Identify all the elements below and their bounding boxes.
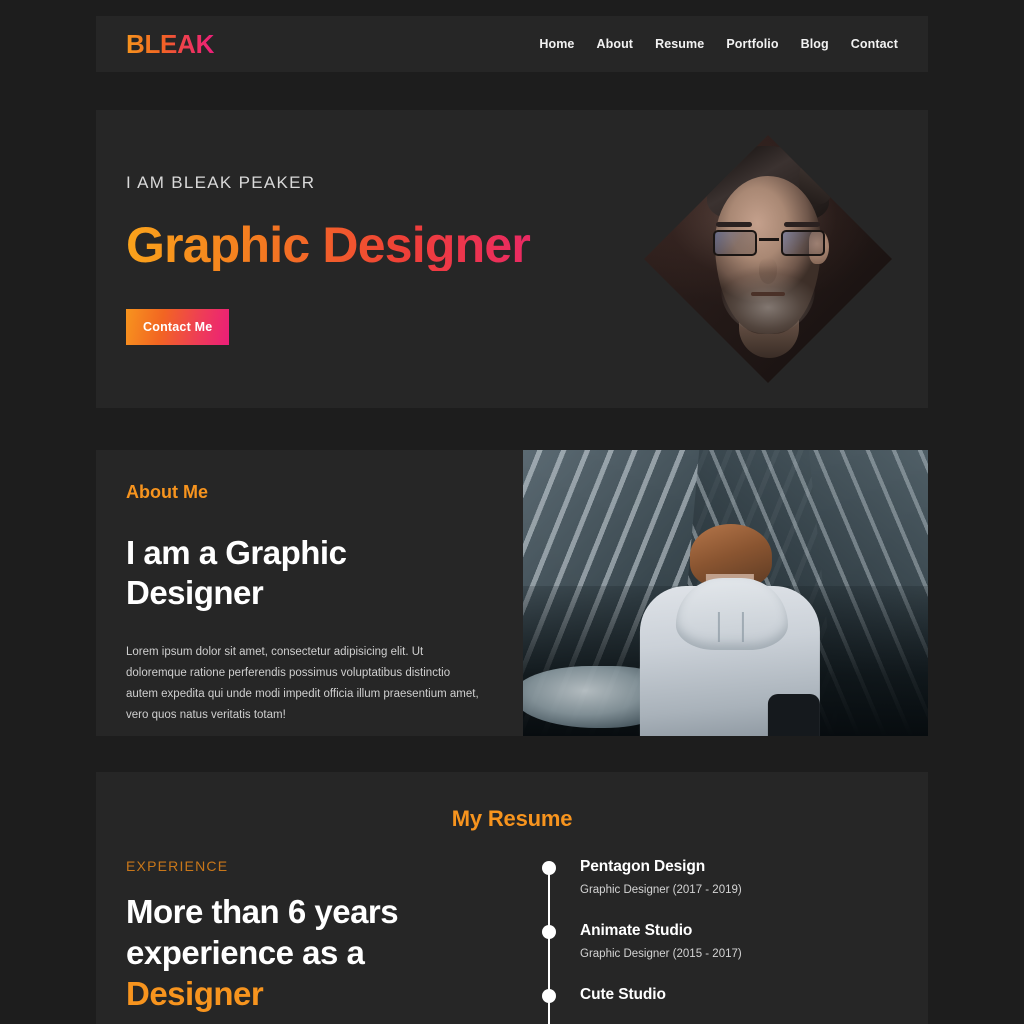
portrait-face-illustration bbox=[699, 146, 837, 358]
contact-me-button[interactable]: Contact Me bbox=[126, 309, 230, 346]
about-photo bbox=[523, 450, 928, 736]
beard-shape bbox=[721, 264, 815, 334]
hero-eyebrow: I AM BLEAK PEAKER bbox=[126, 172, 316, 192]
timeline-item-title: Animate Studio bbox=[580, 922, 693, 939]
hero-title: Graphic Designer bbox=[126, 219, 596, 272]
glasses-bridge bbox=[759, 238, 779, 241]
nav-item-about[interactable]: About bbox=[596, 37, 633, 51]
resume-left-column: EXPERIENCE More than 6 years experience … bbox=[126, 858, 526, 1024]
about-copy: About Me I am a Graphic Designer Lorem i… bbox=[96, 450, 523, 736]
main-nav: Home About Resume Portfolio Blog Contact bbox=[539, 37, 898, 51]
resume-heading: My Resume bbox=[451, 806, 573, 831]
nav-item-blog[interactable]: Blog bbox=[801, 37, 829, 51]
nav-item-home[interactable]: Home bbox=[539, 37, 574, 51]
mouth-shape bbox=[751, 292, 785, 296]
resume-section: My Resume EXPERIENCE More than 6 years e… bbox=[96, 772, 928, 1024]
timeline-item-meta: Graphic Designer (2017 - 2019) bbox=[580, 884, 742, 896]
timeline-dot-icon bbox=[542, 989, 556, 1003]
portfolio-page: BLEAK Home About Resume Portfolio Blog C… bbox=[0, 0, 1024, 1024]
hiker-illustration bbox=[631, 524, 827, 736]
eyebrow-left-shape bbox=[716, 222, 752, 227]
nav-item-resume[interactable]: Resume bbox=[655, 37, 704, 51]
timeline-item[interactable]: Cute Studio bbox=[542, 986, 898, 1004]
hero-copy: I AM BLEAK PEAKER Graphic Designer Conta… bbox=[126, 173, 596, 346]
glasses-icon bbox=[711, 230, 827, 256]
lens-right bbox=[781, 230, 825, 256]
brand-logo[interactable]: BLEAK bbox=[126, 29, 214, 60]
lens-left bbox=[713, 230, 757, 256]
timeline-dot-icon bbox=[542, 925, 556, 939]
eyebrow-right-shape bbox=[784, 222, 820, 227]
timeline-item-title: Pentagon Design bbox=[580, 858, 706, 875]
resume-title: More than 6 years experience as a Design… bbox=[126, 892, 506, 1015]
about-paragraph: Lorem ipsum dolor sit amet, consectetur … bbox=[126, 645, 479, 722]
hiker-hood-seam bbox=[717, 612, 744, 642]
about-section: About Me I am a Graphic Designer Lorem i… bbox=[96, 450, 928, 736]
site-header: BLEAK Home About Resume Portfolio Blog C… bbox=[96, 16, 928, 72]
nav-item-portfolio[interactable]: Portfolio bbox=[726, 37, 778, 51]
hiker-backpack bbox=[767, 694, 820, 736]
nav-item-contact[interactable]: Contact bbox=[851, 37, 898, 51]
about-title: I am a Graphic Designer bbox=[126, 534, 347, 612]
experience-timeline: Pentagon Design Graphic Designer (2017 -… bbox=[542, 858, 898, 1024]
diamond-frame bbox=[644, 135, 892, 383]
experience-label: EXPERIENCE bbox=[126, 858, 229, 874]
resume-right-column: Pentagon Design Graphic Designer (2017 -… bbox=[526, 858, 898, 1024]
timeline-item[interactable]: Animate Studio Graphic Designer (2015 - … bbox=[542, 922, 898, 960]
timeline-item-meta: Graphic Designer (2015 - 2017) bbox=[580, 948, 742, 960]
hero-section: I AM BLEAK PEAKER Graphic Designer Conta… bbox=[96, 110, 928, 408]
hero-portrait bbox=[644, 135, 892, 383]
timeline-item-title: Cute Studio bbox=[580, 986, 666, 1003]
timeline-item[interactable]: Pentagon Design Graphic Designer (2017 -… bbox=[542, 858, 898, 896]
resume-title-line2: experience as a bbox=[126, 933, 365, 971]
hero-inner: I AM BLEAK PEAKER Graphic Designer Conta… bbox=[96, 110, 928, 408]
about-eyebrow: About Me bbox=[126, 482, 208, 502]
resume-title-accent: Designer bbox=[126, 974, 264, 1012]
timeline-dot-icon bbox=[542, 861, 556, 875]
resume-body: EXPERIENCE More than 6 years experience … bbox=[96, 832, 928, 1024]
resume-title-line1: More than 6 years bbox=[126, 893, 399, 930]
